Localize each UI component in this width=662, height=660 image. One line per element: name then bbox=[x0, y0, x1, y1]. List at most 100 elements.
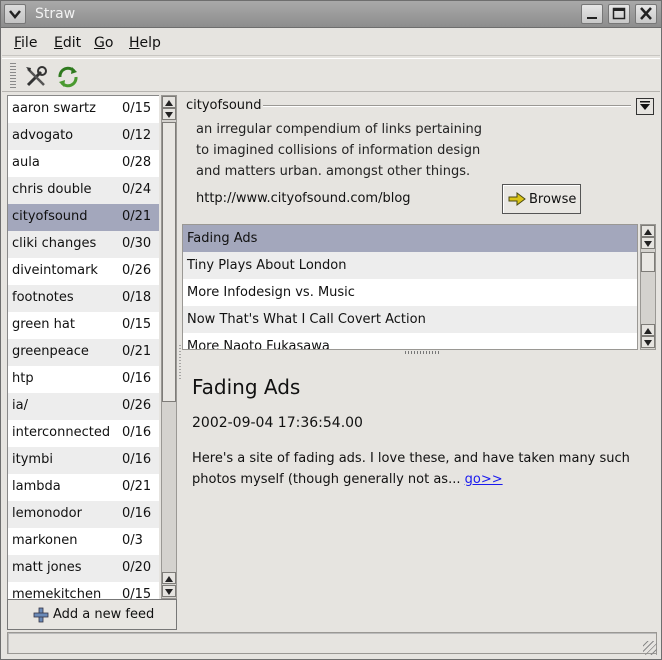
close-button[interactable] bbox=[635, 4, 657, 24]
feed-row[interactable]: advogato 0/12 bbox=[8, 123, 159, 150]
menu-go-accel: G bbox=[94, 35, 105, 51]
feed-name: htp bbox=[12, 371, 34, 386]
scroll-up-button[interactable] bbox=[641, 324, 655, 336]
menu-go-label: o bbox=[104, 35, 114, 51]
item-list-scrollbar[interactable] bbox=[640, 224, 656, 350]
article-date: 2002-09-04 17:36:54.00 bbox=[192, 415, 363, 431]
article-more-link[interactable]: go>> bbox=[465, 472, 503, 487]
minimize-icon bbox=[587, 17, 597, 19]
feed-name: cityofsound bbox=[12, 209, 88, 224]
feed-name: green hat bbox=[12, 317, 75, 332]
browse-arrow-icon bbox=[508, 192, 526, 206]
item-row[interactable]: Tiny Plays About London bbox=[183, 252, 637, 279]
feed-count: 0/18 bbox=[122, 290, 152, 305]
feed-count: 0/26 bbox=[122, 398, 152, 413]
scroll-down-button[interactable] bbox=[641, 336, 655, 348]
scroll-down-button[interactable] bbox=[162, 585, 176, 597]
feed-count: 0/21 bbox=[122, 344, 152, 359]
title-bar[interactable]: Straw bbox=[1, 1, 661, 28]
article-body: Here's a site of fading ads. I love thes… bbox=[192, 448, 632, 490]
feed-name: interconnected bbox=[12, 425, 111, 440]
window-title: Straw bbox=[35, 6, 76, 22]
feed-list[interactable]: aaron swartz 0/15 advogato 0/12 aula 0/28 c… bbox=[7, 95, 159, 599]
feed-row[interactable]: memekitchen 0/15 bbox=[8, 582, 159, 599]
feed-row[interactable]: lemonodor 0/16 bbox=[8, 501, 159, 528]
window-menu-button[interactable] bbox=[4, 4, 26, 24]
arrow-down-icon bbox=[165, 112, 173, 118]
item-row-selected[interactable]: Fading Ads bbox=[183, 225, 637, 252]
feed-row[interactable]: aula 0/28 bbox=[8, 150, 159, 177]
menu-help[interactable]: Help bbox=[129, 35, 161, 51]
minimize-button[interactable] bbox=[581, 4, 603, 24]
feed-count: 0/20 bbox=[122, 560, 152, 575]
scroll-up-button[interactable] bbox=[641, 225, 655, 237]
scroll-up-button[interactable] bbox=[162, 572, 176, 584]
feed-count: 0/21 bbox=[122, 209, 152, 224]
pane-divider[interactable] bbox=[178, 95, 182, 631]
feed-count: 0/16 bbox=[122, 425, 152, 440]
preferences-tools-icon bbox=[26, 66, 47, 87]
menu-file-accel: F bbox=[14, 35, 22, 51]
feed-row[interactable]: markonen 0/3 bbox=[8, 528, 159, 555]
item-title: Tiny Plays About London bbox=[187, 258, 347, 273]
feed-row[interactable]: matt jones 0/20 bbox=[8, 555, 159, 582]
feed-row[interactable]: chris double 0/24 bbox=[8, 177, 159, 204]
feed-row[interactable]: diveintomark 0/26 bbox=[8, 258, 159, 285]
item-row[interactable]: More Naoto Fukasawa bbox=[183, 333, 637, 349]
feed-name: footnotes bbox=[12, 290, 74, 305]
feed-name: aaron swartz bbox=[12, 101, 96, 116]
feed-row[interactable]: cliki changes 0/30 bbox=[8, 231, 159, 258]
add-feed-button[interactable]: Add a new feed bbox=[7, 599, 177, 630]
toolbar bbox=[2, 58, 660, 92]
arrow-up-icon bbox=[644, 328, 652, 334]
scroll-thumb[interactable] bbox=[162, 122, 176, 402]
browse-label: Browse bbox=[529, 192, 577, 207]
feed-count: 0/26 bbox=[122, 263, 152, 278]
feed-row[interactable]: lambda 0/21 bbox=[8, 474, 159, 501]
item-title: Fading Ads bbox=[187, 231, 258, 246]
feed-row[interactable]: interconnected 0/16 bbox=[8, 420, 159, 447]
feed-row-selected[interactable]: cityofsound 0/21 bbox=[8, 204, 159, 231]
arrow-up-icon bbox=[644, 229, 652, 235]
horizontal-pane-grip[interactable] bbox=[405, 351, 439, 354]
item-list[interactable]: Fading Ads Tiny Plays About London More … bbox=[182, 224, 638, 350]
header-separator bbox=[263, 105, 631, 107]
article-title: Fading Ads bbox=[192, 375, 301, 399]
feed-count: 0/15 bbox=[122, 587, 152, 599]
status-bar bbox=[7, 632, 657, 654]
item-title: Now That's What I Call Covert Action bbox=[187, 312, 426, 327]
feed-row[interactable]: aaron swartz 0/15 bbox=[8, 96, 159, 123]
preferences-button[interactable] bbox=[23, 64, 49, 90]
feed-row[interactable]: ia/0/26 bbox=[8, 393, 159, 420]
item-row[interactable]: More Infodesign vs. Music bbox=[183, 279, 637, 306]
scroll-down-button[interactable] bbox=[641, 237, 655, 249]
refresh-icon bbox=[58, 66, 78, 88]
scroll-thumb[interactable] bbox=[641, 252, 655, 272]
browse-button[interactable]: Browse bbox=[502, 184, 581, 214]
resize-grip[interactable] bbox=[643, 641, 657, 655]
chevron-down-icon bbox=[640, 101, 650, 110]
feed-list-scrollbar[interactable] bbox=[161, 95, 177, 599]
refresh-button[interactable] bbox=[55, 64, 81, 90]
menu-file[interactable]: File bbox=[14, 35, 37, 51]
add-feed-label: Add a new feed bbox=[53, 607, 155, 622]
item-row[interactable]: Now That's What I Call Covert Action bbox=[183, 306, 637, 333]
collapse-feed-info-button[interactable] bbox=[636, 98, 654, 115]
scroll-up-button[interactable] bbox=[162, 96, 176, 108]
menu-go[interactable]: Go bbox=[94, 35, 113, 51]
feed-name: itymbi bbox=[12, 452, 53, 467]
feed-row[interactable]: htp 0/16 bbox=[8, 366, 159, 393]
feed-name: cliki changes bbox=[12, 236, 97, 251]
feed-row[interactable]: green hat 0/15 bbox=[8, 312, 159, 339]
toolbar-grip[interactable] bbox=[10, 63, 16, 89]
feed-row[interactable]: footnotes 0/18 bbox=[8, 285, 159, 312]
feed-name: aula bbox=[12, 155, 40, 170]
maximize-button[interactable] bbox=[608, 4, 630, 24]
feed-url: http://www.cityofsound.com/blog bbox=[196, 191, 411, 206]
menu-help-label: elp bbox=[139, 35, 161, 51]
scroll-down-button[interactable] bbox=[162, 108, 176, 120]
feed-name: greenpeace bbox=[12, 344, 89, 359]
feed-row[interactable]: greenpeace 0/21 bbox=[8, 339, 159, 366]
feed-row[interactable]: itymbi 0/16 bbox=[8, 447, 159, 474]
menu-edit[interactable]: Edit bbox=[54, 35, 81, 51]
